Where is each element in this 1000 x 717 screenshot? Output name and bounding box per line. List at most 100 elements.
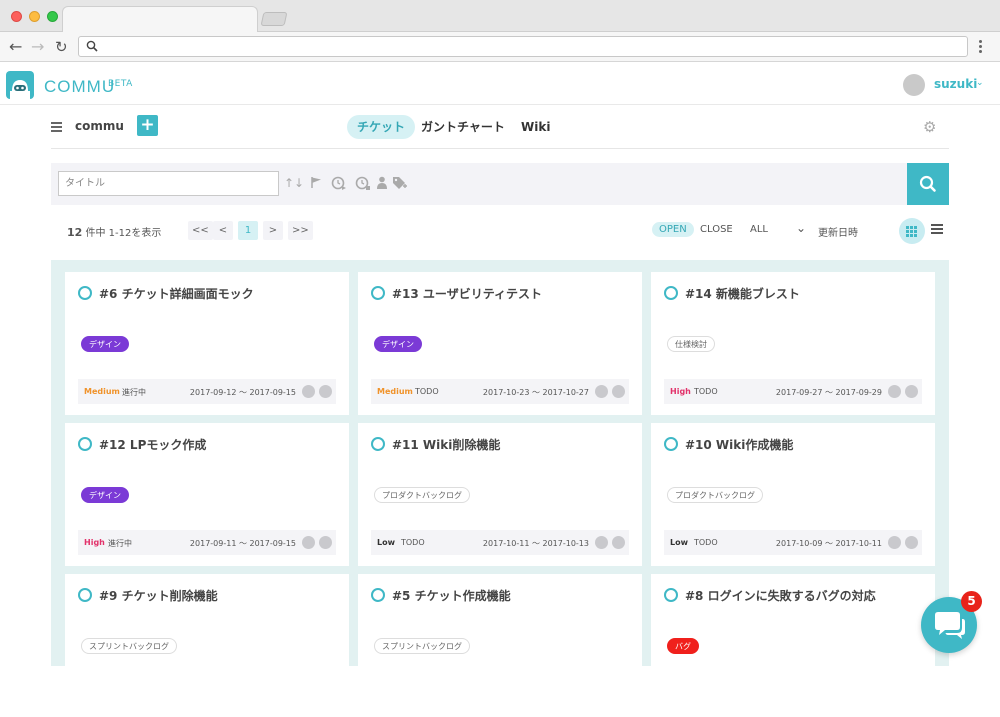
chevron-down-icon[interactable]: ⌄ — [976, 78, 984, 88]
user-name[interactable]: suzuki — [934, 77, 977, 91]
ticket-title[interactable]: #14 新機能ブレスト — [685, 285, 800, 302]
browser-tab[interactable] — [62, 6, 258, 33]
gear-icon[interactable]: ⚙ — [923, 118, 936, 136]
status-circle-icon[interactable] — [664, 588, 678, 602]
ticket-footer: Low TODO 2017-10-09 〜 2017-10-11 — [664, 530, 922, 555]
sort-select[interactable]: 更新日時 — [818, 224, 858, 239]
ticket-title[interactable]: #11 Wiki削除機能 — [392, 436, 500, 453]
ticket-title[interactable]: #9 チケット削除機能 — [99, 587, 218, 604]
ticket-card[interactable]: #14 新機能ブレスト 仕様検討 High TODO 2017-09-27 〜 … — [651, 272, 935, 415]
forward-arrow-icon[interactable]: → — [31, 38, 44, 56]
add-ticket-button[interactable]: + — [137, 115, 158, 136]
date-range: 2017-10-23 〜 2017-10-27 — [482, 388, 589, 397]
ticket-tag: 仕様検討 — [667, 336, 715, 352]
address-bar[interactable] — [78, 36, 968, 57]
page-number-button[interactable]: 1 — [238, 221, 258, 240]
ticket-card[interactable]: #5 チケット作成機能 スプリントバックログ — [358, 574, 642, 717]
ticket-card[interactable]: #11 Wiki削除機能 プロダクトバックログ Low TODO 2017-10… — [358, 423, 642, 566]
date-range: 2017-10-11 〜 2017-10-13 — [482, 539, 589, 548]
grid-view-button[interactable] — [899, 218, 925, 244]
divider — [51, 148, 949, 149]
avatar — [595, 536, 608, 549]
clock-start-icon[interactable] — [331, 176, 347, 193]
avatar — [319, 385, 332, 398]
hamburger-menu-icon[interactable] — [51, 122, 62, 134]
status-circle-icon[interactable] — [664, 286, 678, 300]
flag-icon[interactable] — [310, 176, 323, 192]
priority-label: Medium — [84, 387, 120, 396]
date-range: 2017-10-09 〜 2017-10-11 — [775, 539, 882, 548]
priority-label: Low — [670, 538, 688, 547]
filter-open[interactable]: OPEN — [652, 222, 694, 237]
maximize-window-button[interactable] — [47, 11, 58, 22]
ticket-card[interactable]: #8 ログインに失敗するバグの対応 バグ — [651, 574, 935, 717]
ticket-card[interactable]: #9 チケット削除機能 スプリントバックログ — [65, 574, 349, 717]
status-label: 進行中 — [122, 388, 146, 397]
avatar — [905, 385, 918, 398]
page-last-button[interactable]: >> — [288, 221, 313, 240]
status-circle-icon[interactable] — [78, 286, 92, 300]
search-icon — [86, 40, 98, 52]
avatar — [302, 385, 315, 398]
tab-tickets[interactable]: チケット — [347, 115, 416, 139]
avatar — [612, 385, 625, 398]
ticket-tag: プロダクトバックログ — [374, 487, 470, 503]
list-view-icon[interactable] — [931, 224, 943, 237]
ticket-card[interactable]: #6 チケット詳細画面モック デザイン Medium 進行中 2017-09-1… — [65, 272, 349, 415]
filter-close[interactable]: CLOSE — [700, 224, 733, 235]
title-search-input[interactable] — [58, 171, 279, 196]
new-tab-button[interactable] — [260, 12, 288, 26]
filter-all[interactable]: ALL — [750, 224, 768, 235]
status-label: TODO — [415, 387, 439, 396]
user-avatar[interactable] — [903, 74, 925, 96]
ticket-title[interactable]: #13 ユーザビリティテスト — [392, 285, 542, 302]
app-header: COMMU BETA suzuki ⌄ — [0, 63, 1000, 105]
ticket-footer: Medium 進行中 2017-09-12 〜 2017-09-15 — [78, 379, 336, 404]
ticket-title[interactable]: #8 ログインに失敗するバグの対応 — [685, 587, 876, 604]
ticket-footer: Medium TODO 2017-10-23 〜 2017-10-27 — [371, 379, 629, 404]
ticket-title[interactable]: #5 チケット作成機能 — [392, 587, 511, 604]
ticket-card[interactable]: #12 LPモック作成 デザイン High 進行中 2017-09-11 〜 2… — [65, 423, 349, 566]
status-circle-icon[interactable] — [371, 286, 385, 300]
status-circle-icon[interactable] — [78, 437, 92, 451]
tab-gantt-chart[interactable]: ガントチャート — [421, 115, 505, 139]
commu-logo-icon[interactable] — [6, 71, 34, 99]
status-circle-icon[interactable] — [371, 588, 385, 602]
ticket-title[interactable]: #12 LPモック作成 — [99, 436, 206, 453]
person-icon[interactable] — [377, 176, 387, 192]
reload-icon[interactable]: ↻ — [55, 38, 68, 56]
page-prev-button[interactable]: < — [213, 221, 233, 240]
beta-badge: BETA — [108, 79, 133, 89]
browser-menu-icon[interactable] — [979, 40, 983, 54]
minimize-window-button[interactable] — [29, 11, 40, 22]
status-circle-icon[interactable] — [664, 437, 678, 451]
status-label: 進行中 — [108, 539, 132, 548]
status-circle-icon[interactable] — [371, 437, 385, 451]
sort-arrows-icon[interactable]: ↑↓ — [284, 176, 304, 190]
priority-label: Medium — [377, 387, 413, 396]
search-button[interactable] — [907, 163, 949, 205]
clock-end-icon[interactable] — [355, 176, 371, 193]
status-circle-icon[interactable] — [78, 588, 92, 602]
ticket-tag: デザイン — [81, 336, 129, 352]
back-arrow-icon[interactable]: ← — [9, 38, 22, 56]
ticket-title[interactable]: #6 チケット詳細画面モック — [99, 285, 254, 302]
priority-label: Low — [377, 538, 395, 547]
date-range: 2017-09-11 〜 2017-09-15 — [189, 539, 296, 548]
chevron-down-icon[interactable]: ⌄ — [796, 221, 806, 235]
logo-text[interactable]: COMMU — [44, 77, 115, 97]
date-range: 2017-09-27 〜 2017-09-29 — [775, 388, 882, 397]
priority-label: High — [670, 387, 691, 396]
ticket-card[interactable]: #13 ユーザビリティテスト デザイン Medium TODO 2017-10-… — [358, 272, 642, 415]
close-window-button[interactable] — [11, 11, 22, 22]
tag-icon[interactable] — [392, 176, 408, 193]
page-next-button[interactable]: > — [263, 221, 283, 240]
avatar — [319, 536, 332, 549]
page-first-button[interactable]: << — [188, 221, 213, 240]
ticket-footer: High 進行中 2017-09-11 〜 2017-09-15 — [78, 530, 336, 555]
project-name[interactable]: commu — [75, 119, 124, 133]
ticket-card[interactable]: #10 Wiki作成機能 プロダクトバックログ Low TODO 2017-10… — [651, 423, 935, 566]
ticket-title[interactable]: #10 Wiki作成機能 — [685, 436, 793, 453]
grid-icon — [906, 226, 918, 237]
tab-wiki[interactable]: Wiki — [521, 115, 550, 139]
